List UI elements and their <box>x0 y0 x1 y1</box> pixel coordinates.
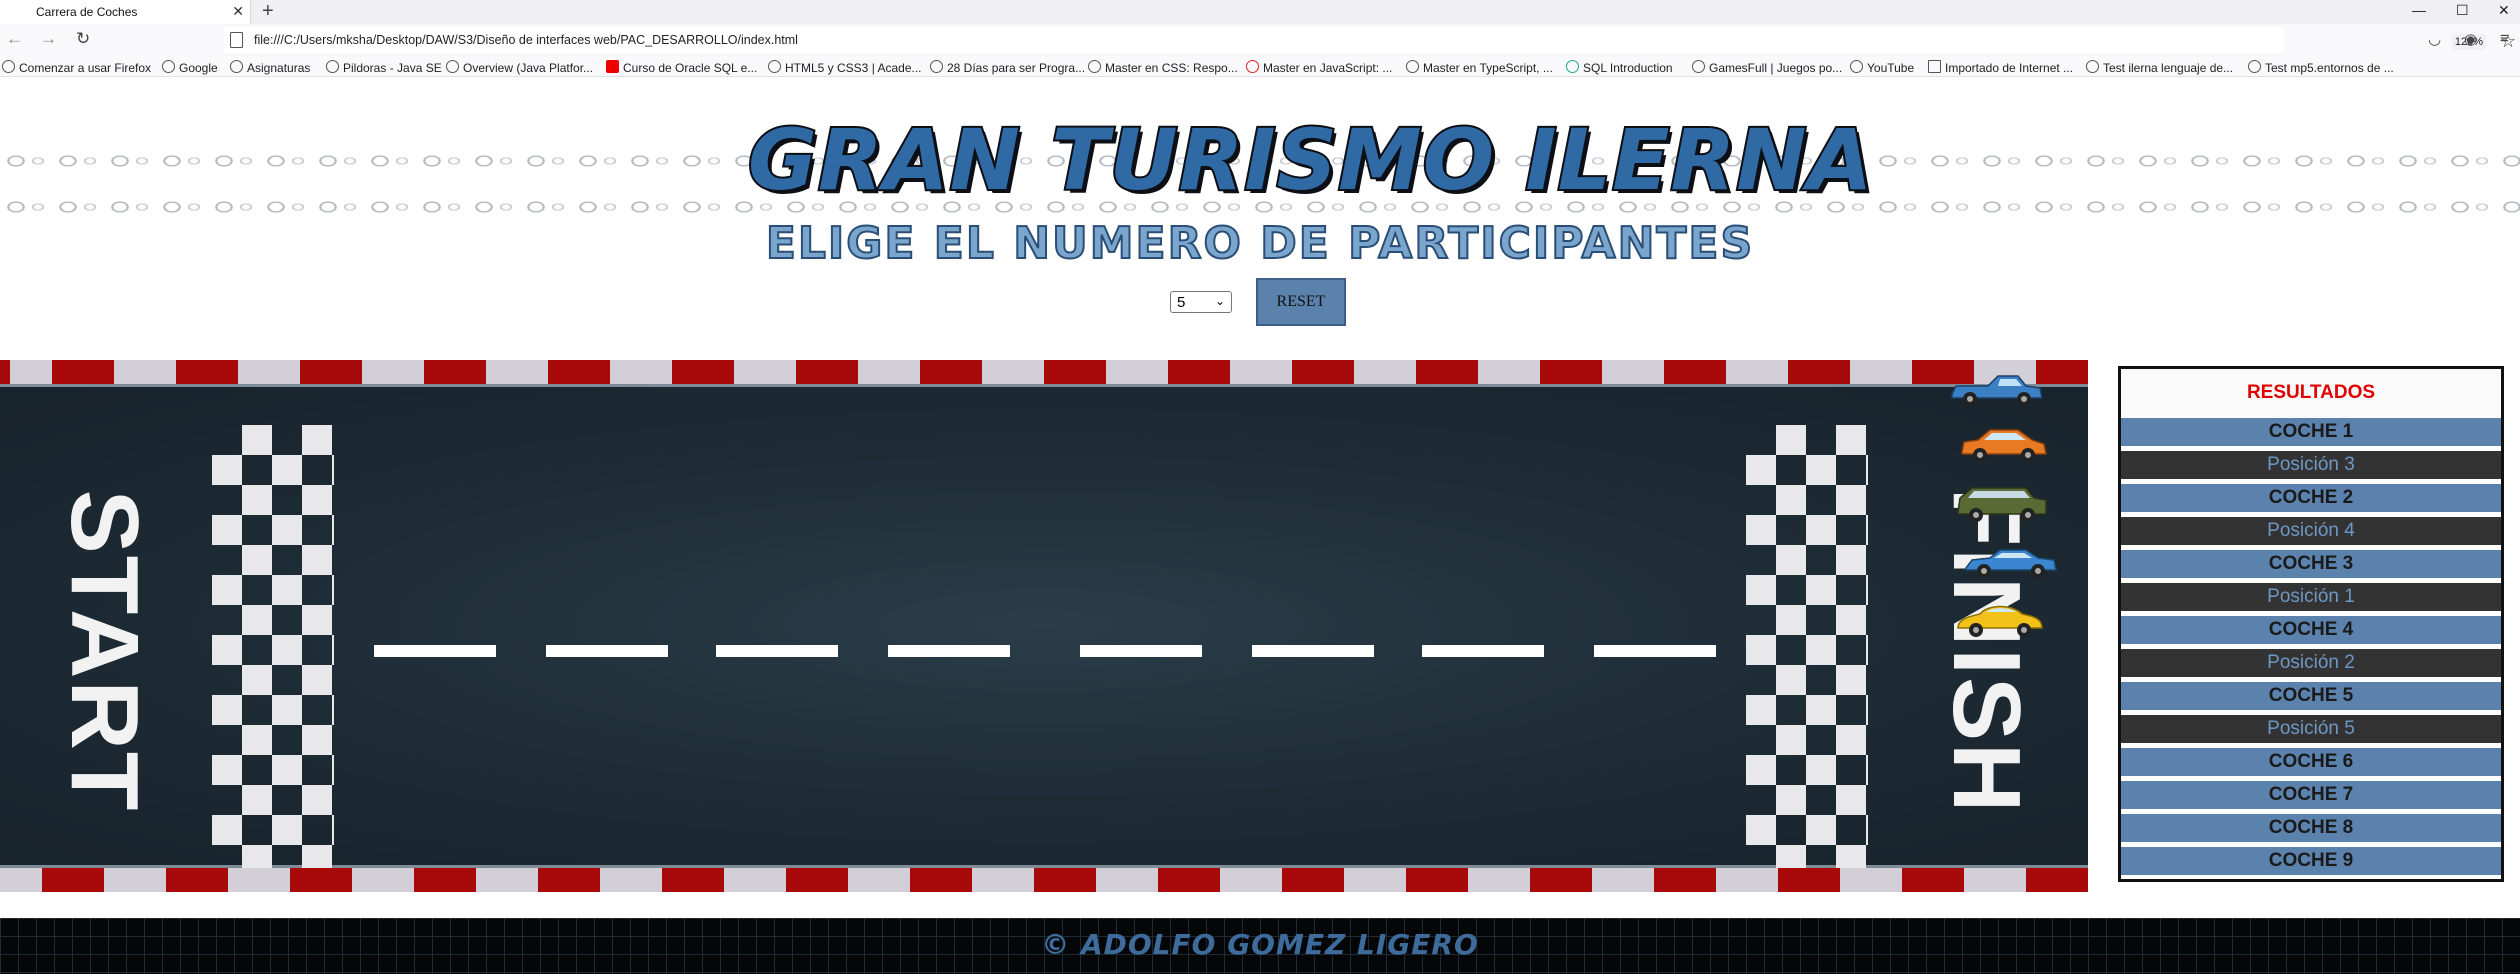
bookmark-item[interactable]: Test mp5.entornos de ... <box>2248 60 2394 75</box>
result-position-row: Posición 4 <box>2121 517 2501 545</box>
account-icon[interactable]: ◉ <box>2464 30 2477 48</box>
page-subtitle: ELIGE EL NUMERO DE PARTICIPANTES <box>765 217 1755 270</box>
result-position-row: Posición 2 <box>2121 649 2501 677</box>
start-line <box>212 425 334 877</box>
globe-icon <box>446 60 459 73</box>
globe-icon <box>162 60 175 73</box>
logo-text: GRAN TURISMO ILERNA <box>746 111 1875 209</box>
bookmark-item[interactable]: Overview (Java Platfor... <box>446 60 593 75</box>
results-title: RESULTADOS <box>2121 369 2501 417</box>
firefox-icon <box>2 60 15 73</box>
globe-icon <box>1692 60 1705 73</box>
forward-icon[interactable]: → <box>40 29 57 49</box>
car-1-pickup <box>1951 375 2043 406</box>
car-4-sedan <box>1965 549 2057 578</box>
udemy-icon <box>1246 60 1259 73</box>
result-car-row: COCHE 6 <box>2121 748 2501 776</box>
back-icon[interactable]: ← <box>6 29 23 49</box>
footer: © ADOLFO GOMEZ LIGERO <box>0 918 2520 974</box>
reset-button[interactable]: RESET <box>1256 278 1346 326</box>
bookmark-item[interactable]: YouTube <box>1850 60 1914 75</box>
lane-dash <box>1080 645 1202 657</box>
result-car-row: COCHE 4 <box>2121 616 2501 644</box>
car-3-suv <box>1957 487 2047 522</box>
logo: GRAN TURISMO ILERNA <box>746 111 1875 209</box>
bookmark-item[interactable]: Test ilerna lenguaje de... <box>2086 60 2233 75</box>
close-tab-icon[interactable]: ✕ <box>232 3 244 20</box>
result-position-row: Posición 1 <box>2121 583 2501 611</box>
result-car-row: COCHE 8 <box>2121 814 2501 842</box>
bookmark-folder[interactable]: Importado de Internet ... <box>1928 60 2073 75</box>
menu-icon[interactable]: ≡ <box>2500 30 2509 47</box>
lane-dash <box>888 645 1010 657</box>
globe-icon <box>1850 60 1863 73</box>
globe-icon <box>230 60 243 73</box>
results-table: RESULTADOS COCHE 1 Posición 3 COCHE 2 Po… <box>2118 366 2504 882</box>
globe-icon <box>2086 60 2099 73</box>
result-car-row: COCHE 1 <box>2121 418 2501 446</box>
finish-label: FINISH <box>1933 487 2040 815</box>
folder-icon <box>1928 60 1941 73</box>
lane-dash <box>1422 645 1544 657</box>
bookmark-item[interactable]: Master en CSS: Respo... <box>1088 60 1238 75</box>
lane-dash <box>546 645 668 657</box>
lane-dash <box>374 645 496 657</box>
result-car-row: COCHE 7 <box>2121 781 2501 809</box>
bookmark-item[interactable]: Master en JavaScript: ... <box>1246 60 1392 75</box>
bookmark-item[interactable]: Comenzar a usar Firefox <box>2 60 151 75</box>
globe-icon <box>930 60 943 73</box>
race-track: START FINISH <box>0 360 2088 892</box>
result-car-row: COCHE 3 <box>2121 550 2501 578</box>
tab-title: Carrera de Coches <box>36 5 138 19</box>
lane-dash <box>716 645 838 657</box>
car-5-beetle <box>1957 605 2043 637</box>
bookmarks-bar: Comenzar a usar Firefox Google Asignatur… <box>0 56 2520 77</box>
participants-select[interactable]: 5 ⌄ <box>1170 291 1232 313</box>
page-icon <box>230 32 243 48</box>
w3schools-icon <box>1566 60 1579 73</box>
pocket-icon[interactable]: ◡ <box>2428 30 2441 48</box>
copyright-text: © ADOLFO GOMEZ LIGERO <box>1041 928 1479 961</box>
close-window-icon[interactable]: ✕ <box>2498 2 2510 19</box>
bookmark-item[interactable]: GamesFull | Juegos po... <box>1692 60 1842 75</box>
result-position-row: Posición 5 <box>2121 715 2501 743</box>
bookmark-item[interactable]: 28 Días para ser Progra... <box>930 60 1085 75</box>
asphalt: START FINISH <box>0 384 2088 877</box>
bookmark-item[interactable]: Pildoras - Java SE <box>326 60 442 75</box>
bookmark-item[interactable]: Curso de Oracle SQL e... <box>606 60 757 75</box>
bookmark-item[interactable]: Asignaturas <box>230 60 310 75</box>
globe-icon <box>1406 60 1419 73</box>
start-label: START <box>51 489 158 813</box>
globe-icon <box>1088 60 1101 73</box>
globe-icon <box>768 60 781 73</box>
tab-bar: Carrera de Coches ✕ + — ☐ ✕ <box>0 0 2520 24</box>
new-tab-icon[interactable]: + <box>262 0 274 23</box>
chevron-down-icon: ⌄ <box>1214 294 1225 308</box>
bookmark-item[interactable]: HTML5 y CSS3 | Acade... <box>768 60 922 75</box>
bottom-kerb <box>0 868 2088 892</box>
address-bar[interactable]: file:///C:/Users/mksha/Desktop/DAW/S3/Di… <box>224 27 2516 53</box>
minimize-icon[interactable]: — <box>2412 2 2426 18</box>
lane-dash <box>1594 645 1716 657</box>
youtube-icon <box>606 60 619 73</box>
maximize-icon[interactable]: ☐ <box>2456 2 2469 19</box>
result-car-row: COCHE 9 <box>2121 847 2501 875</box>
result-car-row: COCHE 5 <box>2121 682 2501 710</box>
finish-line <box>1746 425 1868 877</box>
lane-dash <box>1252 645 1374 657</box>
result-position-row: Posición 3 <box>2121 451 2501 479</box>
java-icon <box>326 60 339 73</box>
bookmark-item[interactable]: SQL Introduction <box>1566 60 1673 75</box>
browser-tab[interactable]: Carrera de Coches ✕ <box>0 0 250 24</box>
top-kerb <box>0 360 2088 384</box>
reload-icon[interactable]: ↻ <box>76 29 90 49</box>
bookmark-item[interactable]: Google <box>162 60 218 75</box>
result-car-row: COCHE 2 <box>2121 484 2501 512</box>
car-2-hatchback <box>1961 429 2047 462</box>
participants-value: 5 <box>1177 294 1186 311</box>
url-text: file:///C:/Users/mksha/Desktop/DAW/S3/Di… <box>254 33 798 47</box>
globe-icon <box>2248 60 2261 73</box>
navigation-bar: ← → ↻ file:///C:/Users/mksha/Desktop/DAW… <box>0 24 2520 56</box>
bookmark-item[interactable]: Master en TypeScript, ... <box>1406 60 1553 75</box>
